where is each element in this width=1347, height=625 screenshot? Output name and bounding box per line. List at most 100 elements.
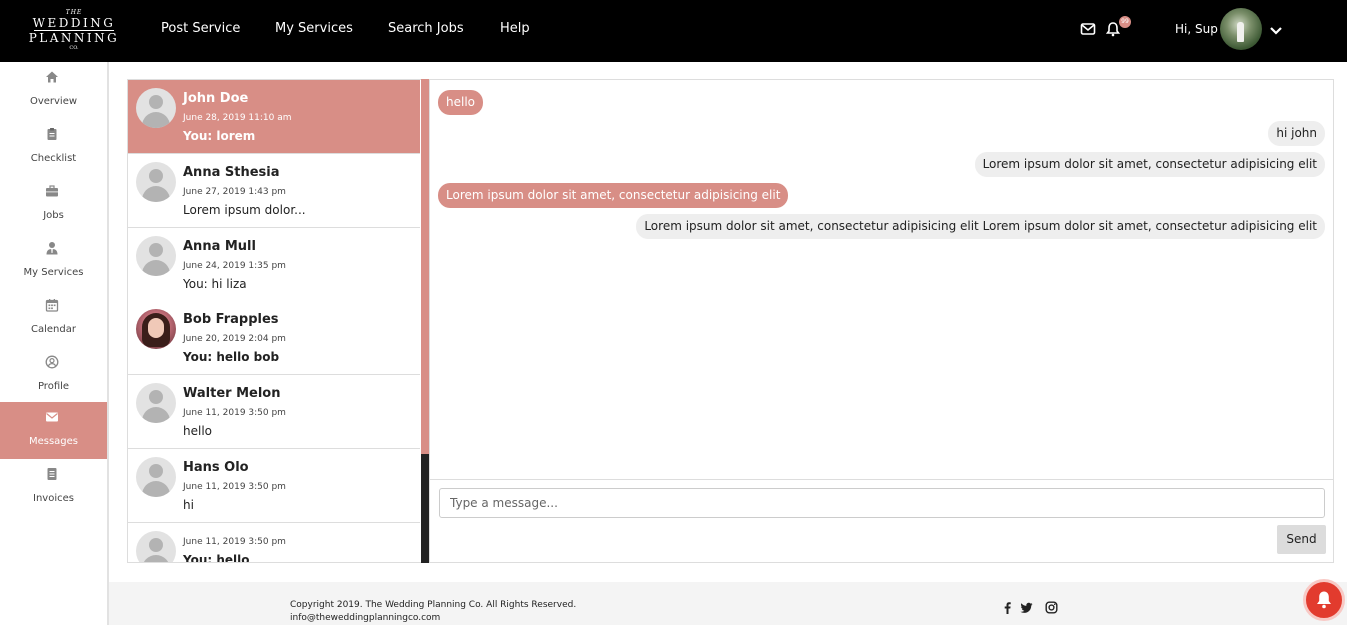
avatar-head	[149, 169, 163, 183]
nav-post-service[interactable]: Post Service	[161, 21, 240, 36]
conversation-item[interactable]: Walter Melon June 11, 2019 3:50 pm hello	[128, 375, 420, 449]
conversation-name: Hans Olo	[183, 460, 249, 475]
sidebar-item-jobs[interactable]: Jobs	[0, 176, 107, 233]
logo-line2: PLANNING	[28, 31, 120, 45]
home-icon	[45, 69, 59, 83]
avatar-face	[148, 318, 164, 338]
conversation-name: Anna Mull	[183, 239, 256, 254]
avatar-head	[149, 95, 163, 109]
message-bubble-outgoing: Lorem ipsum dolor sit amet, consectetur …	[974, 152, 1325, 177]
avatar-body	[142, 260, 170, 276]
sidebar-item-label: My Services	[23, 267, 84, 278]
chat-panel: hello hi john Lorem ipsum dolor sit amet…	[429, 79, 1334, 563]
conversation-item[interactable]: Bob Frapples June 20, 2019 2:04 pm You: …	[128, 301, 420, 375]
conversation-item[interactable]: Anna Sthesia June 27, 2019 1:43 pm Lorem…	[128, 154, 420, 228]
avatar-body	[142, 555, 170, 562]
conversation-item[interactable]: June 11, 2019 3:50 pm You: hello	[128, 523, 420, 563]
twitter-icon[interactable]	[1020, 599, 1033, 613]
user-tie-icon	[45, 240, 59, 255]
sidebar-item-label: Overview	[29, 96, 78, 107]
sidebar: Overview Checklist Jobs My Services Cale…	[0, 62, 109, 625]
conversation-item[interactable]: Hans Olo June 11, 2019 3:50 pm hi	[128, 449, 420, 523]
sidebar-item-label: Invoices	[33, 493, 74, 504]
top-navbar: THE WEDDING PLANNING CO. Post Service My…	[0, 0, 1347, 62]
avatar	[136, 162, 176, 202]
conversation-scrollbar-thumb[interactable]	[421, 79, 429, 454]
avatar-head	[149, 538, 163, 552]
avatar	[136, 457, 176, 497]
user-avatar[interactable]	[1220, 8, 1262, 50]
conversation-date: June 11, 2019 3:50 pm	[183, 408, 286, 418]
conversation-item[interactable]: John Doe June 28, 2019 11:10 am You: lor…	[128, 80, 420, 154]
message-bubble-outgoing: hi john	[1268, 121, 1325, 146]
conversation-preview: hi	[183, 498, 194, 512]
conversation-date: June 28, 2019 11:10 am	[183, 113, 292, 123]
sidebar-item-my-services[interactable]: My Services	[0, 233, 107, 290]
conversation-item[interactable]: Anna Mull June 24, 2019 1:35 pm You: hi …	[128, 228, 420, 302]
briefcase-icon	[45, 183, 59, 197]
avatar	[136, 531, 176, 562]
avatar-body	[142, 407, 170, 423]
avatar	[136, 383, 176, 423]
instagram-icon[interactable]	[1045, 599, 1058, 614]
nav-my-services[interactable]: My Services	[275, 21, 353, 36]
footer-copyright: Copyright 2019. The Wedding Planning Co.…	[290, 599, 576, 625]
avatar-figure	[1237, 22, 1244, 42]
user-circle-icon	[45, 354, 59, 369]
avatar-body	[142, 186, 170, 202]
conversation-date: June 24, 2019 1:35 pm	[183, 261, 286, 271]
clipboard-icon	[45, 126, 59, 140]
conversation-name: Walter Melon	[183, 386, 281, 401]
avatar-head	[149, 390, 163, 404]
notification-fab[interactable]	[1303, 579, 1345, 621]
nav-search-jobs[interactable]: Search Jobs	[388, 21, 464, 36]
conversation-preview: You: hello	[183, 553, 250, 563]
message-bubble-outgoing: Lorem ipsum dolor sit amet, consectetur …	[636, 214, 1325, 239]
file-icon	[45, 466, 59, 480]
message-bubble-incoming: hello	[438, 90, 483, 115]
sidebar-item-messages[interactable]: Messages	[0, 402, 107, 459]
sidebar-item-label: Messages	[28, 436, 79, 447]
avatar	[136, 309, 176, 349]
chevron-down-icon[interactable]	[1269, 22, 1283, 36]
footer-email-link[interactable]: info@theweddingplanningco.com	[290, 612, 576, 625]
brand-logo[interactable]: THE WEDDING PLANNING CO.	[28, 9, 120, 51]
envelope-icon	[45, 409, 59, 423]
notification-badge: 99	[1119, 16, 1131, 28]
conversation-list: John Doe June 28, 2019 11:10 am You: lor…	[127, 79, 430, 563]
envelope-icon[interactable]	[1080, 21, 1098, 39]
copyright-text: Copyright 2019. The Wedding Planning Co.…	[290, 600, 577, 610]
facebook-icon[interactable]	[1001, 599, 1014, 614]
message-input[interactable]	[439, 488, 1325, 518]
conversation-name: John Doe	[183, 91, 249, 106]
send-button[interactable]: Send	[1277, 525, 1326, 554]
sidebar-item-overview[interactable]: Overview	[0, 62, 107, 119]
sidebar-item-profile[interactable]: Profile	[0, 347, 107, 404]
conversation-preview: You: lorem	[183, 129, 256, 143]
sidebar-item-invoices[interactable]: Invoices	[0, 459, 107, 516]
nav-help[interactable]: Help	[500, 21, 530, 36]
sidebar-item-label: Calendar	[31, 324, 76, 335]
message-bubble-incoming: Lorem ipsum dolor sit amet, consectetur …	[438, 183, 789, 208]
avatar-body	[142, 112, 170, 128]
conversation-name: Bob Frapples	[183, 312, 279, 327]
calendar-icon	[45, 297, 59, 312]
sidebar-item-calendar[interactable]: Calendar	[0, 290, 107, 347]
sidebar-item-checklist[interactable]: Checklist	[0, 119, 107, 176]
user-greeting[interactable]: Hi, Sup	[1175, 22, 1218, 36]
chat-divider	[430, 479, 1333, 480]
avatar-body	[142, 481, 170, 497]
conversation-date: June 11, 2019 3:50 pm	[183, 482, 286, 492]
conversation-date: June 27, 2019 1:43 pm	[183, 187, 286, 197]
avatar-head	[149, 243, 163, 257]
conversation-preview: You: hi liza	[183, 277, 247, 291]
logo-line1: WEDDING	[32, 16, 116, 30]
logo-the: THE	[65, 9, 83, 16]
conversation-preview: You: hello bob	[183, 350, 280, 364]
avatar-head	[149, 464, 163, 478]
avatar	[136, 236, 176, 276]
conversation-preview: Lorem ipsum dolor...	[183, 203, 306, 217]
bell-icon	[1317, 591, 1331, 609]
logo-co: CO.	[69, 45, 79, 51]
conversation-date: June 20, 2019 2:04 pm	[183, 334, 286, 344]
